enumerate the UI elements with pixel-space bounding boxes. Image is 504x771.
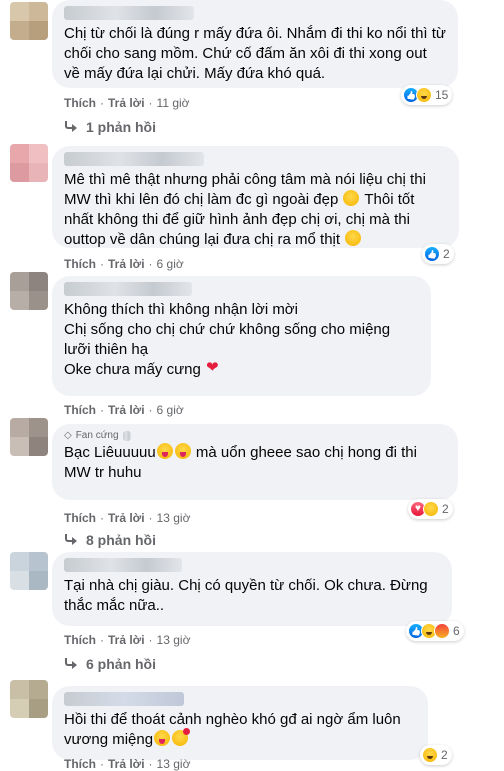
reply-arrow-icon (64, 534, 78, 546)
sad-reaction-icon (423, 501, 439, 517)
author-name[interactable] (64, 282, 192, 296)
comment-bubble: Tại nhà chị giàu. Chị có quyền từ chối. … (52, 552, 452, 626)
comment-text: Tại nhà chị giàu. Chị có quyền từ chối. … (64, 577, 432, 614)
avatar[interactable] (10, 272, 48, 310)
angry-reaction-icon (434, 623, 450, 639)
comment-actions: Thích · Trả lời · 11 giờ (64, 96, 190, 110)
reaction-count: 2 (443, 247, 450, 261)
fan-badge[interactable]: ◇ Fan cứng (64, 430, 446, 441)
timestamp[interactable]: 11 giờ (157, 96, 190, 110)
comment-bubble: ◇ Fan cứng Bạc Liêuuuuu mà uổn gheee sao… (52, 424, 458, 500)
reaction-summary[interactable]: 6 (406, 621, 464, 641)
comment-text: Chị từ chối là đúng r mấy đứa ôi. Nhắm đ… (64, 25, 451, 82)
haha-reaction-icon (422, 747, 438, 763)
reaction-count: 2 (441, 748, 448, 762)
comment-bubble: Hồi thi để thoát cảnh nghèo khó gđ ai ng… (52, 686, 428, 760)
view-replies-link[interactable]: 1 phản hồi (64, 119, 156, 135)
comment-actions: Thích · Trả lời · 13 giờ (64, 633, 191, 647)
tongue-emoji-icon (156, 443, 173, 459)
timestamp[interactable]: 13 giờ (157, 633, 191, 647)
reply-button[interactable]: Trả lời (108, 511, 145, 525)
reply-button[interactable]: Trả lời (108, 403, 145, 417)
reply-arrow-icon (64, 121, 78, 133)
comment-actions: Thích · Trả lời · 13 giờ (64, 757, 191, 771)
comment-line: Chị sống cho chị chứ chứ không sống cho … (64, 321, 395, 358)
reply-arrow-icon (64, 658, 78, 670)
comment-text: Bạc Liêuuuuu mà uổn gheee sao chị hong đ… (64, 443, 422, 481)
red-heart-icon (206, 358, 222, 378)
view-replies-link[interactable]: 6 phản hồi (64, 656, 156, 672)
like-button[interactable]: Thích (64, 403, 96, 417)
reaction-count: 2 (442, 502, 449, 516)
haha-reaction-icon (416, 87, 432, 103)
reaction-count: 6 (453, 624, 460, 638)
comment-bubble: Chị từ chối là đúng r mấy đứa ôi. Nhắm đ… (52, 0, 458, 88)
comment-text: Mê thì mê thật nhưng phải công tâm mà nó… (64, 171, 431, 248)
comment-bubble: Mê thì mê thật nhưng phải công tâm mà nó… (52, 146, 459, 248)
smiling-hearts-emoji-icon (172, 728, 191, 746)
comment-line: Oke chưa mấy cưng (64, 358, 419, 380)
like-button[interactable]: Thích (64, 633, 96, 647)
comment-bubble: Không thích thì không nhận lời mời Chị s… (52, 276, 431, 396)
reaction-summary[interactable]: 15 (401, 85, 453, 105)
timestamp[interactable]: 13 giờ (157, 757, 191, 771)
author-name[interactable] (64, 692, 184, 706)
comment-actions: Thích · Trả lời · 6 giờ (64, 403, 184, 417)
comment-text: Hồi thi để thoát cảnh nghèo khó gđ ai ng… (64, 711, 405, 748)
diamond-icon: ◇ (64, 430, 72, 441)
tongue-emoji-icon (174, 443, 191, 459)
sad-emoji-icon (343, 190, 360, 206)
author-name[interactable] (64, 152, 204, 166)
like-button[interactable]: Thích (64, 96, 96, 110)
view-replies-link[interactable]: 8 phản hồi (64, 532, 156, 548)
reply-button[interactable]: Trả lời (108, 633, 145, 647)
avatar[interactable] (10, 2, 48, 40)
avatar[interactable] (10, 418, 48, 456)
avatar[interactable] (10, 144, 48, 182)
timestamp[interactable]: 6 giờ (157, 403, 184, 417)
comment-actions: Thích · Trả lời · 13 giờ (64, 511, 191, 525)
author-name[interactable] (122, 430, 131, 441)
reply-button[interactable]: Trả lời (108, 757, 145, 771)
author-name[interactable] (64, 6, 194, 20)
pleading-emoji-icon (345, 230, 362, 246)
like-button[interactable]: Thích (64, 757, 96, 771)
reaction-summary[interactable]: 2 (420, 745, 452, 765)
reaction-count: 15 (435, 88, 449, 102)
timestamp[interactable]: 6 giờ (157, 257, 184, 271)
timestamp[interactable]: 13 giờ (157, 511, 191, 525)
comment-line: Không thích thì không nhận lời mời (64, 301, 298, 318)
like-button[interactable]: Thích (64, 511, 96, 525)
avatar[interactable] (10, 552, 48, 590)
reply-button[interactable]: Trả lời (108, 257, 145, 271)
like-button[interactable]: Thích (64, 257, 96, 271)
reaction-summary[interactable]: 2 (408, 499, 453, 519)
comment-actions: Thích · Trả lời · 6 giờ (64, 257, 184, 271)
like-reaction-icon (424, 246, 440, 262)
avatar[interactable] (10, 680, 48, 718)
reply-button[interactable]: Trả lời (108, 96, 145, 110)
laughing-emoji-icon (154, 730, 171, 746)
reaction-summary[interactable]: 2 (422, 244, 454, 264)
author-name[interactable] (64, 558, 182, 572)
